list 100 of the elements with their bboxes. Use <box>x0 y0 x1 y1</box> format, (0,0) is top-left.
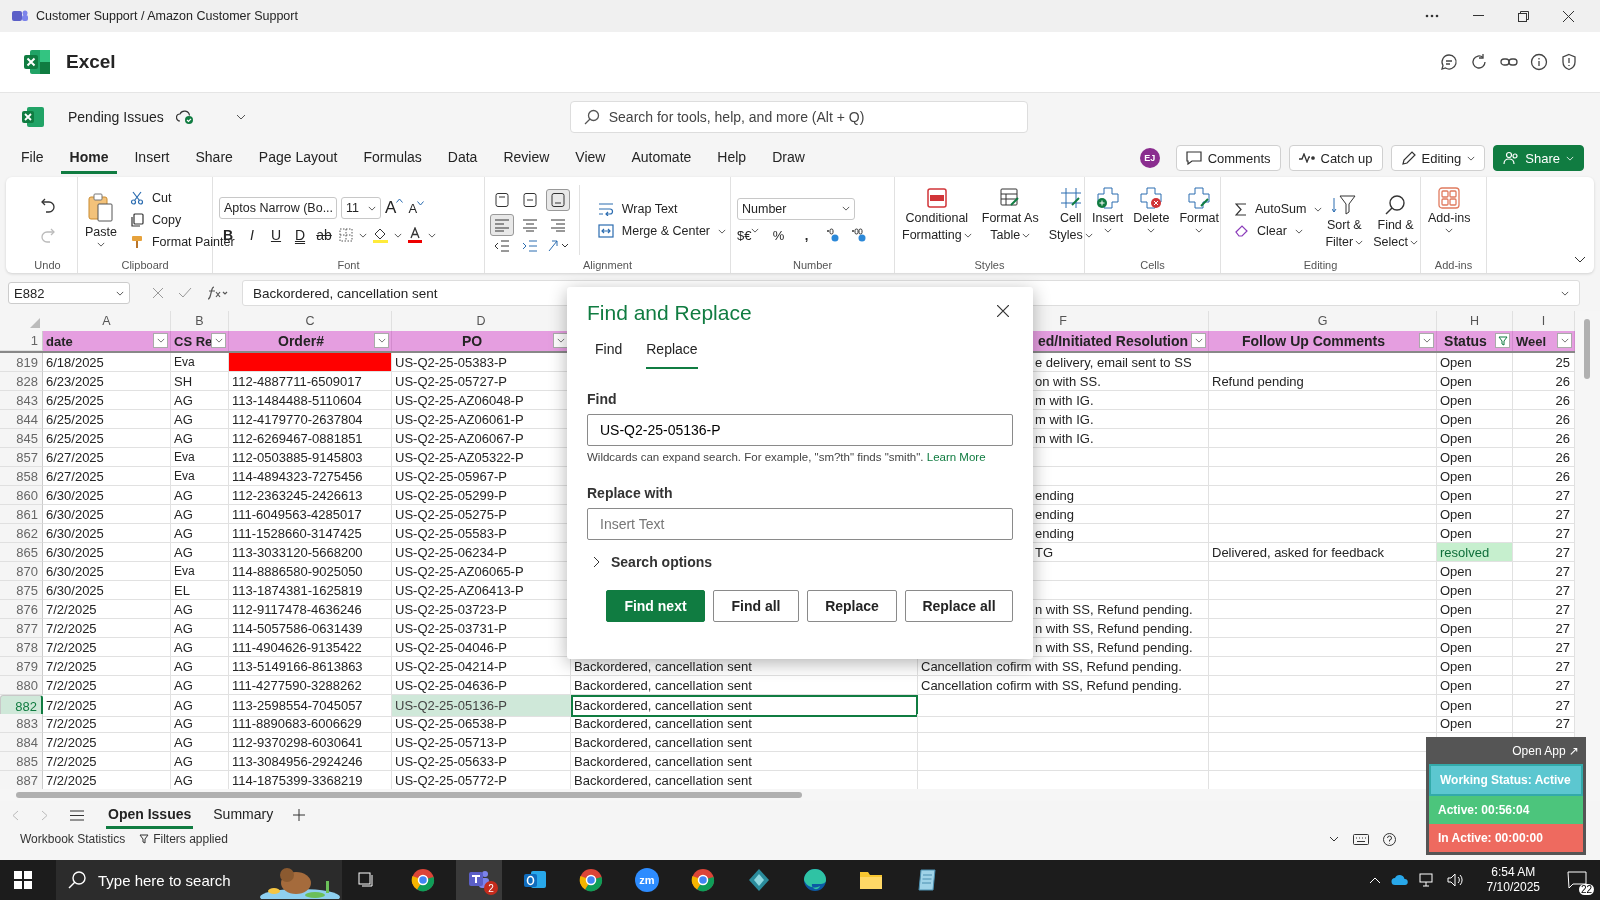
menu-tab[interactable]: Share <box>186 142 242 174</box>
header-button[interactable]: Catch up <box>1288 145 1383 171</box>
column-letter[interactable]: C <box>305 314 315 328</box>
find-field[interactable]: US-Q2-25-05136-P <box>587 414 1013 446</box>
filter-button[interactable] <box>1557 333 1572 348</box>
filter-button[interactable] <box>1191 333 1206 348</box>
filter-button[interactable] <box>153 333 168 348</box>
menu-tab[interactable]: Home <box>60 142 118 174</box>
workbook-name[interactable]: Pending Issues <box>68 109 164 125</box>
italic-button[interactable]: I <box>243 227 261 243</box>
ribbon-button[interactable]: Find & Select <box>1370 192 1421 252</box>
row-number[interactable]: 884 <box>0 733 43 752</box>
restore-icon[interactable] <box>1518 10 1529 22</box>
row-number[interactable]: 876 <box>0 600 43 619</box>
volume-icon[interactable] <box>1446 873 1465 887</box>
increase-indent-icon[interactable] <box>522 239 538 253</box>
menu-tab[interactable]: Insert <box>125 142 179 174</box>
search-field[interactable]: Search for tools, help, and more (Alt + Q) <box>569 101 1028 133</box>
learn-more-link[interactable]: Learn More <box>926 451 986 463</box>
row-number[interactable]: 844 <box>0 410 43 429</box>
row-number[interactable]: 828 <box>0 372 43 391</box>
wrap-text-button[interactable]: Wrap Text <box>597 202 726 216</box>
menu-tab[interactable]: Page Layout <box>249 142 347 174</box>
caret-icon[interactable] <box>235 114 246 120</box>
row-number[interactable]: 858 <box>0 467 43 486</box>
strikethrough-button[interactable]: ab <box>315 227 333 243</box>
menu-tab[interactable]: Formulas <box>354 142 431 174</box>
menu-tab[interactable]: View <box>566 142 615 174</box>
column-letter[interactable]: I <box>1541 314 1546 328</box>
workbook-statistics[interactable]: Workbook Statistics <box>20 832 126 846</box>
row-number[interactable]: 885 <box>0 752 43 771</box>
cloud-icon[interactable] <box>1390 874 1409 886</box>
add-ins-button[interactable]: Add-ins <box>1425 185 1474 235</box>
paste-button[interactable]: Paste <box>82 191 120 249</box>
clock[interactable]: 6:54 AM 7/10/2025 <box>1486 865 1540 895</box>
taskbar-button[interactable]: 2 <box>456 860 502 900</box>
more-icon[interactable] <box>1425 14 1439 18</box>
menu-icon[interactable] <box>70 809 84 821</box>
dialog-tab[interactable]: Replace <box>646 341 698 369</box>
ribbon-button[interactable]: Delete <box>1130 185 1173 235</box>
column-letter[interactable]: H <box>1470 314 1479 328</box>
menu-tab[interactable]: Draw <box>763 142 814 174</box>
menu-tab[interactable]: Automate <box>622 142 701 174</box>
decrease-indent-icon[interactable] <box>494 239 510 253</box>
header-button[interactable]: Comments <box>1175 145 1281 171</box>
help-icon[interactable] <box>1383 832 1396 846</box>
windows-start-icon[interactable] <box>14 871 32 889</box>
row-number[interactable]: 870 <box>0 562 43 581</box>
column-letter[interactable]: A <box>102 314 111 328</box>
user-avatar[interactable]: EJ <box>1139 148 1160 168</box>
row-number[interactable]: 882 <box>0 695 43 717</box>
chevron-icon[interactable] <box>1329 836 1339 842</box>
orientation-icon[interactable] <box>547 239 569 253</box>
dialog-button[interactable]: Find all <box>713 590 799 622</box>
minimize-icon[interactable] <box>1473 15 1484 17</box>
info-icon[interactable] <box>1530 53 1548 71</box>
check-icon[interactable] <box>178 287 192 299</box>
autosum-button[interactable]: AutoSum <box>1235 202 1323 216</box>
row-number[interactable]: 875 <box>0 581 43 600</box>
row-number[interactable]: 861 <box>0 505 43 524</box>
cancel-icon[interactable] <box>152 287 164 299</box>
filter-button[interactable] <box>374 333 389 348</box>
keyboard-icon[interactable] <box>1353 833 1369 845</box>
column-letter[interactable]: B <box>195 314 204 328</box>
name-box[interactable]: E882 <box>8 282 130 304</box>
header-button[interactable]: Editing <box>1390 145 1486 171</box>
font-color-icon[interactable] <box>408 227 422 243</box>
clear-button[interactable]: Clear <box>1235 224 1323 238</box>
primary-button[interactable]: Find next <box>606 590 705 622</box>
dialog-button[interactable]: Replace all <box>905 590 1013 622</box>
row-number[interactable]: 857 <box>0 448 43 467</box>
row-number[interactable]: 879 <box>0 657 43 676</box>
filter-button[interactable] <box>211 333 226 348</box>
menu-tab[interactable]: Review <box>494 142 559 174</box>
replace-field[interactable]: Insert Text <box>587 508 1013 540</box>
filter-button[interactable] <box>1419 333 1434 348</box>
vertical-align-button[interactable] <box>546 189 570 211</box>
dialog-button[interactable]: Replace <box>807 590 897 622</box>
column-letter[interactable]: D <box>476 314 486 328</box>
double-underline-button[interactable]: D <box>291 227 309 243</box>
currency-button[interactable]: $€ <box>737 227 760 243</box>
row-number[interactable]: 878 <box>0 638 43 657</box>
row-number[interactable]: 843 <box>0 391 43 410</box>
sheet-tab[interactable]: Summary <box>211 801 276 829</box>
ribbon-button[interactable]: Format <box>1176 185 1222 235</box>
dialog-tab[interactable]: Find <box>595 341 623 369</box>
add-sheet-icon[interactable] <box>293 809 306 821</box>
row-number[interactable]: 865 <box>0 543 43 562</box>
column-letter[interactable]: F <box>1059 314 1067 328</box>
row-number[interactable]: 880 <box>0 676 43 695</box>
undo-icon[interactable] <box>39 197 56 213</box>
ribbon-button[interactable]: Sort & Filter <box>1322 192 1367 252</box>
row-number[interactable]: 845 <box>0 429 43 448</box>
percent-button[interactable]: % <box>769 227 788 243</box>
fill-color-icon[interactable] <box>373 227 388 243</box>
refresh-icon[interactable] <box>1470 53 1488 71</box>
row-number[interactable]: 862 <box>0 524 43 543</box>
comma-button[interactable]: , <box>797 227 816 243</box>
close-icon[interactable] <box>1563 10 1574 22</box>
row-number[interactable]: 883 <box>0 714 43 733</box>
